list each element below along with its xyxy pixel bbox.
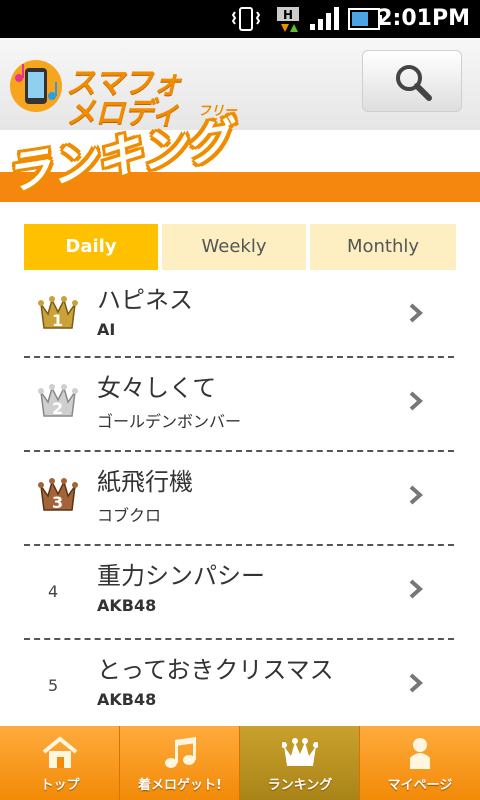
nav-label: ランキング (267, 778, 333, 793)
song-artist: コブクロ (97, 506, 162, 525)
nav-top[interactable]: トップ (0, 726, 120, 800)
silver-crown-icon: 2 (38, 384, 78, 418)
chevron-right-icon (409, 303, 424, 323)
bronze-crown-icon: 3 (38, 478, 78, 512)
ranking-list: 1 ハピネス AI 2 女々しくて ゴールデンボンバー 3 紙飛行機 コブクロ … (24, 270, 454, 734)
song-artist: AKB48 (97, 596, 157, 615)
ranking-item-5[interactable]: 5 とっておきクリスマス AKB48 (24, 640, 454, 734)
chevron-right-icon (409, 673, 424, 693)
status-bar: H 2:01PM (0, 0, 480, 38)
song-title: とっておきクリスマス (97, 656, 334, 684)
song-artist: AI (97, 320, 116, 339)
app-header: スマフォ メロディ フリー (0, 38, 480, 131)
rank-number: 5 (48, 676, 59, 695)
home-icon (42, 736, 78, 768)
vibrate-icon (231, 6, 261, 36)
rank-3-number: 3 (52, 493, 63, 512)
chevron-right-icon (409, 485, 424, 505)
chevron-right-icon (409, 579, 424, 599)
gold-crown-icon: 1 (38, 296, 78, 330)
music-note-icon (165, 737, 196, 768)
song-title: ハピネス (97, 286, 193, 314)
nav-label: 着メロゲット! (138, 778, 222, 793)
period-tabs: Daily Weekly Monthly (24, 224, 456, 270)
song-artist: ゴールデンボンバー (97, 412, 242, 431)
ranking-item-2[interactable]: 2 女々しくて ゴールデンボンバー (24, 358, 454, 452)
ranking-item-1[interactable]: 1 ハピネス AI (24, 270, 454, 358)
tab-daily[interactable]: Daily (24, 224, 158, 270)
crown-icon (282, 738, 318, 766)
bottom-nav: トップ 着メロゲット! ランキング マイページ (0, 726, 480, 800)
nav-label: マイページ (387, 778, 453, 793)
search-button[interactable] (362, 50, 462, 112)
ranking-item-4[interactable]: 4 重力シンパシー AKB48 (24, 546, 454, 640)
tab-monthly[interactable]: Monthly (310, 224, 456, 270)
chevron-right-icon (409, 391, 424, 411)
hspa-data-icon: H (276, 6, 302, 38)
rank-1-number: 1 (52, 311, 63, 330)
svg-text:H: H (283, 8, 293, 22)
nav-get-melody[interactable]: 着メロゲット! (120, 726, 240, 800)
nav-label: トップ (40, 778, 80, 793)
page-title-area: ランキング (0, 112, 480, 220)
ranking-item-3[interactable]: 3 紙飛行機 コブクロ (24, 452, 454, 546)
logo-phone-icon (10, 60, 62, 112)
tab-weekly[interactable]: Weekly (162, 224, 306, 270)
signal-icon (308, 6, 342, 36)
song-artist: AKB48 (97, 690, 157, 709)
song-title: 紙飛行機 (97, 468, 193, 496)
nav-ranking[interactable]: ランキング (240, 726, 360, 800)
song-title: 重力シンパシー (97, 562, 265, 590)
search-icon (396, 65, 432, 101)
rank-2-number: 2 (52, 399, 63, 418)
rank-number: 4 (48, 582, 59, 601)
person-icon (410, 738, 430, 769)
nav-mypage[interactable]: マイページ (360, 726, 480, 800)
song-title: 女々しくて (97, 374, 217, 402)
status-time: 2:01PM (377, 6, 470, 31)
